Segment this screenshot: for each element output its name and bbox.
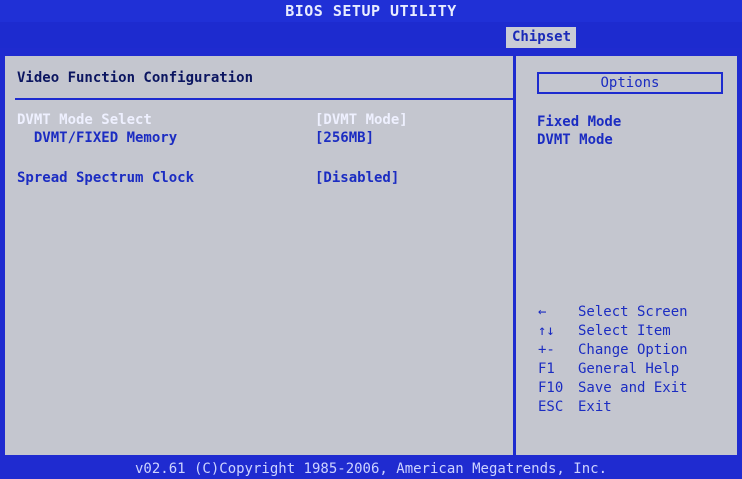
- bios-title: BIOS SETUP UTILITY: [0, 0, 742, 22]
- settings-pane: Video Function Configuration DVMT Mode S…: [5, 56, 513, 455]
- main-panel: Video Function Configuration DVMT Mode S…: [5, 56, 737, 455]
- key-desc: General Help: [578, 361, 680, 377]
- option-item: DVMT Mode: [537, 132, 613, 148]
- key-label: ←: [538, 304, 547, 320]
- key-desc: Select Screen: [578, 304, 688, 320]
- section-title: Video Function Configuration: [17, 70, 254, 86]
- key-desc: Save and Exit: [578, 380, 688, 396]
- setting-label: Spread Spectrum Clock: [17, 170, 195, 186]
- key-desc: Change Option: [578, 342, 688, 358]
- key-desc: Select Item: [578, 323, 671, 339]
- key-label: ↑↓: [538, 323, 555, 339]
- key-label: F10: [538, 380, 564, 396]
- section-divider: [15, 98, 513, 100]
- help-pane: Options Fixed Mode DVMT Mode ← Select Sc…: [516, 56, 737, 455]
- tab-bar: Chipset: [0, 22, 742, 48]
- key-desc: Exit: [578, 399, 612, 415]
- setting-value: [DVMT Mode]: [315, 112, 408, 128]
- key-label: ESC: [538, 399, 564, 415]
- key-label: F1: [538, 361, 555, 377]
- setting-label: DVMT Mode Select: [17, 112, 152, 128]
- setting-value: [256MB]: [315, 130, 375, 146]
- option-item: Fixed Mode: [537, 114, 622, 130]
- setting-value: [Disabled]: [315, 170, 400, 186]
- options-header: Options: [537, 72, 723, 94]
- options-list: Fixed Mode DVMT Mode: [537, 114, 621, 150]
- copyright-footer: v02.61 (C)Copyright 1985-2006, American …: [0, 459, 742, 479]
- key-label: +-: [538, 342, 555, 358]
- setting-label: DVMT/FIXED Memory: [17, 130, 178, 146]
- tab-chipset[interactable]: Chipset: [506, 27, 576, 48]
